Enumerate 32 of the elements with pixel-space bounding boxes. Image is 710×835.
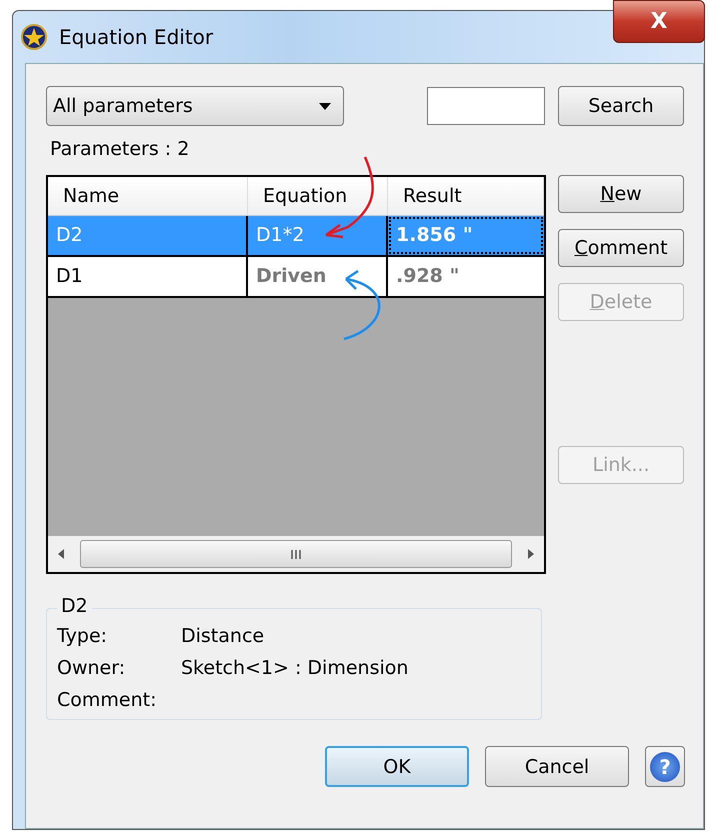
- action-button[interactable]: Comment: [558, 229, 684, 267]
- dialog-button[interactable]: Cancel: [485, 746, 629, 787]
- star-logo-icon: [21, 24, 47, 50]
- search-button[interactable]: Search: [558, 86, 684, 126]
- parameter-count: Parameters : 2: [50, 138, 190, 162]
- column-header[interactable]: Equation: [248, 177, 388, 215]
- annotation-arrow: [342, 270, 380, 340]
- field-label: Type:: [57, 625, 108, 647]
- grip-icon: [290, 550, 302, 558]
- field-value: Sketch<1> : Dimension: [181, 657, 410, 679]
- table-cell: D1*2: [248, 216, 388, 255]
- table-cell-text: .928 ": [395, 264, 460, 289]
- filter-dropdown[interactable]: All parameters: [46, 86, 344, 126]
- close-button[interactable]: X: [613, 0, 705, 43]
- column-header[interactable]: Result: [388, 177, 544, 215]
- table-cell: D1: [48, 257, 248, 296]
- search-field[interactable]: [427, 87, 545, 125]
- window-title: Equation Editor: [59, 25, 214, 49]
- caret-icon: [319, 102, 331, 110]
- field-label: Comment:: [57, 689, 158, 711]
- left-arrow-icon[interactable]: [58, 549, 64, 559]
- field-value: Distance: [181, 625, 266, 647]
- table-cell: D2: [48, 216, 248, 255]
- horizontal-scrollbar[interactable]: [48, 536, 544, 572]
- dialog-button[interactable]: OK: [325, 746, 469, 787]
- action-button[interactable]: New: [558, 175, 684, 213]
- field-label: Owner:: [57, 657, 126, 679]
- right-arrow-icon[interactable]: [528, 549, 534, 559]
- table-cell: 1.856 ": [388, 216, 544, 255]
- column-header[interactable]: Name: [48, 177, 248, 215]
- table-row[interactable]: D1 Driven .928 ": [48, 257, 544, 298]
- table-cell: Driven: [248, 257, 388, 296]
